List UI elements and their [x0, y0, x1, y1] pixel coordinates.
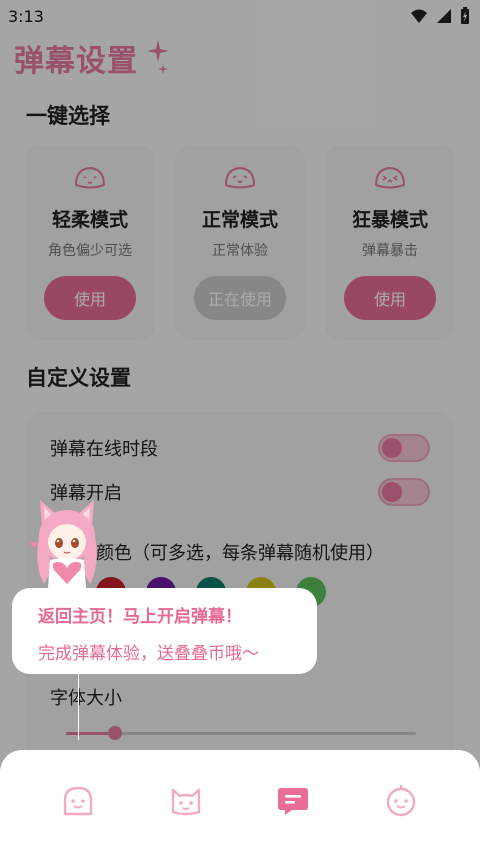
custom-settings-title: 自定义设置	[26, 366, 131, 390]
in-use-normal-button[interactable]: 正在使用	[194, 276, 286, 320]
danmaku-enabled-row: 弹幕开启	[50, 478, 430, 506]
face-smile-icon[interactable]	[61, 784, 95, 818]
danmaku-message-icon[interactable]	[276, 784, 310, 818]
app-screen: 3:13 弹幕设置 一键选择 轻柔模式 角色偏少可选 使用 正常模式 正常体验 …	[0, 0, 480, 853]
mode-name: 狂暴模式	[351, 209, 428, 231]
mode-name: 轻柔模式	[51, 209, 128, 231]
mode-desc: 角色偏少可选	[48, 243, 132, 259]
toast-title: 返回主页！马上开启弹幕！	[38, 607, 242, 627]
normal-face-icon	[224, 166, 256, 189]
color-label: 颜色（可多选，每条弹幕随机使用）	[96, 543, 384, 564]
use-gentle-button[interactable]: 使用	[44, 276, 136, 320]
battery-icon	[461, 7, 469, 24]
mode-card-gentle[interactable]: 轻柔模式 角色偏少可选 使用	[25, 145, 155, 340]
status-time: 3:13	[8, 6, 44, 26]
status-bar: 3:13	[0, 0, 480, 32]
guide-toast[interactable]: 返回主页！马上开启弹幕！ 完成弹幕体验，送叠叠币哦～	[12, 588, 317, 674]
gentle-face-icon	[74, 166, 106, 189]
toast-subtitle: 完成弹幕体验，送叠叠币哦～	[38, 644, 259, 664]
wifi-icon	[411, 9, 427, 23]
danmaku-enabled-toggle[interactable]	[378, 478, 430, 506]
quick-select-title: 一键选择	[26, 104, 110, 128]
online-period-toggle[interactable]	[378, 434, 430, 462]
use-frenzy-button[interactable]: 使用	[344, 276, 436, 320]
mode-desc: 正常体验	[212, 243, 268, 259]
page-header: 弹幕设置	[14, 36, 170, 80]
online-period-label: 弹幕在线时段	[50, 439, 158, 460]
font-size-label: 字体大小	[50, 688, 122, 709]
sparkle-icon	[147, 40, 169, 74]
page-title: 弹幕设置	[14, 44, 138, 79]
font-size-slider-thumb[interactable]	[108, 726, 122, 740]
cat-icon[interactable]	[169, 784, 203, 818]
mode-card-frenzy[interactable]: 狂暴模式 弹幕暴击 使用	[325, 145, 455, 340]
face-happy-icon[interactable]	[384, 784, 418, 818]
mode-card-normal[interactable]: 正常模式 正常体验 正在使用	[175, 145, 305, 340]
frenzy-face-icon	[374, 166, 406, 189]
bottom-navigation	[0, 750, 480, 853]
cat-girl-mascot-illustration	[30, 500, 97, 588]
online-period-row: 弹幕在线时段	[50, 434, 430, 462]
status-icons	[410, 7, 470, 25]
mode-name: 正常模式	[201, 209, 278, 231]
signal-icon	[437, 9, 451, 23]
mode-desc: 弹幕暴击	[362, 243, 418, 259]
